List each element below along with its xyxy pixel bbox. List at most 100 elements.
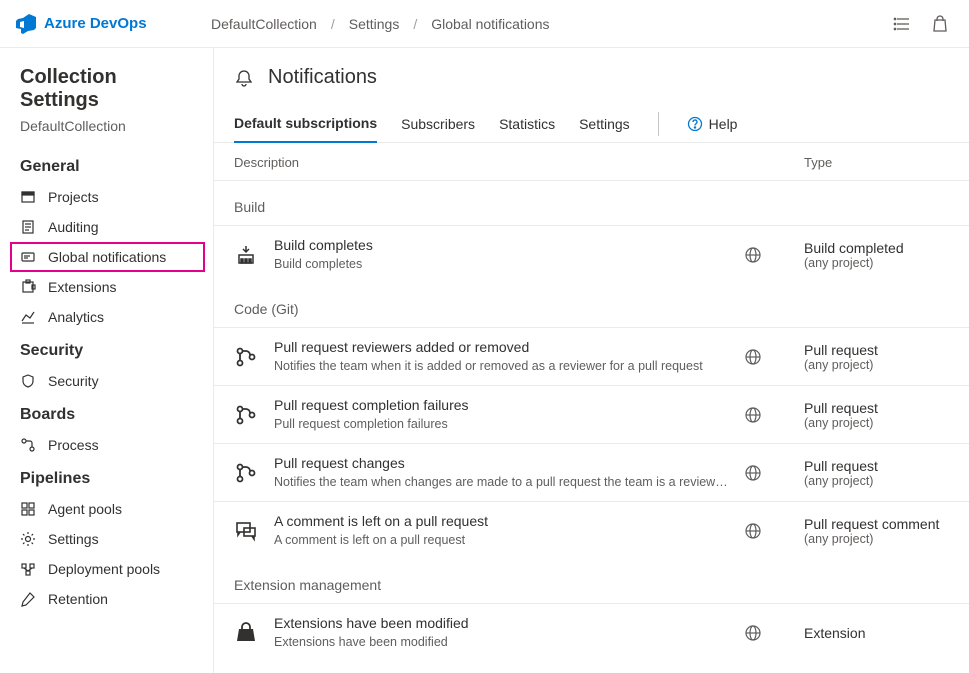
globe-icon [744, 406, 804, 424]
sidebar-item-label: Security [48, 373, 99, 389]
subscription-row[interactable]: Pull request completion failuresPull req… [214, 385, 969, 443]
row-title: Build completes [274, 236, 744, 256]
sidebar-item-agent-pools[interactable]: Agent pools [0, 494, 213, 524]
sidebar-item-deployment-pools[interactable]: Deployment pools [0, 554, 213, 584]
table-header: Description Type [214, 143, 969, 181]
sidebar-section-security: Security [0, 332, 213, 366]
row-subtitle: Extensions have been modified [274, 634, 734, 652]
notifications-icon [20, 249, 36, 265]
row-type-icon [234, 243, 274, 267]
extensions-icon [20, 279, 36, 295]
row-title: Pull request completion failures [274, 396, 744, 416]
shopping-bag-icon[interactable] [931, 15, 949, 33]
row-main: Extensions have been modifiedExtensions … [274, 614, 744, 651]
subscription-row[interactable]: Extensions have been modifiedExtensions … [214, 603, 969, 661]
sidebar-item-process[interactable]: Process [0, 430, 213, 460]
row-subtitle: A comment is left on a pull request [274, 532, 734, 550]
row-title: Pull request changes [274, 454, 744, 474]
row-subtitle: Notifies the team when changes are made … [274, 474, 734, 492]
page-title-row: Notifications [214, 66, 969, 105]
row-title: Extensions have been modified [274, 614, 744, 634]
row-type-icon [234, 403, 274, 427]
row-main: Build completesBuild completes [274, 236, 744, 273]
sidebar-item-label: Settings [48, 531, 99, 547]
type-scope: (any project) [804, 532, 949, 546]
tab-statistics[interactable]: Statistics [499, 106, 555, 142]
row-main: A comment is left on a pull requestA com… [274, 512, 744, 549]
group-header: Extension management [214, 559, 969, 603]
sidebar-section-pipelines: Pipelines [0, 460, 213, 494]
subscriptions-list: BuildBuild completesBuild completesBuild… [214, 181, 969, 662]
bell-icon [234, 68, 254, 88]
row-subtitle: Pull request completion failures [274, 416, 734, 434]
breadcrumb-settings[interactable]: Settings [349, 16, 400, 32]
tab-settings[interactable]: Settings [579, 106, 630, 142]
analytics-icon [20, 309, 36, 325]
col-type: Type [804, 155, 949, 170]
row-type-icon [234, 461, 274, 485]
sidebar-item-extensions[interactable]: Extensions [0, 272, 213, 302]
breadcrumb-sep: / [331, 16, 335, 32]
type-title: Build completed [804, 240, 949, 256]
breadcrumb-sep: / [413, 16, 417, 32]
list-view-icon[interactable] [893, 15, 911, 33]
projects-icon [20, 189, 36, 205]
row-main: Pull request changesNotifies the team wh… [274, 454, 744, 491]
row-type-icon [234, 621, 274, 645]
auditing-icon [20, 219, 36, 235]
subscription-row[interactable]: A comment is left on a pull requestA com… [214, 501, 969, 559]
sidebar-item-retention[interactable]: Retention [0, 584, 213, 614]
sidebar-item-auditing[interactable]: Auditing [0, 212, 213, 242]
deployment-pools-icon [20, 561, 36, 577]
row-type: Build completed(any project) [804, 240, 949, 270]
group-header: Code (Git) [214, 283, 969, 327]
breadcrumb-page[interactable]: Global notifications [431, 16, 549, 32]
globe-icon [744, 464, 804, 482]
row-type: Pull request comment(any project) [804, 516, 949, 546]
subscription-row[interactable]: Pull request reviewers added or removedN… [214, 327, 969, 385]
azure-devops-icon [16, 14, 36, 34]
row-subtitle: Notifies the team when it is added or re… [274, 358, 734, 376]
row-main: Pull request completion failuresPull req… [274, 396, 744, 433]
sidebar-item-label: Global notifications [48, 249, 166, 265]
type-title: Pull request [804, 458, 949, 474]
breadcrumb-collection[interactable]: DefaultCollection [211, 16, 317, 32]
sidebar-item-label: Analytics [48, 309, 104, 325]
sidebar-item-label: Retention [48, 591, 108, 607]
sidebar-item-security[interactable]: Security [0, 366, 213, 396]
row-title: A comment is left on a pull request [274, 512, 744, 532]
globe-icon [744, 522, 804, 540]
globe-icon [744, 348, 804, 366]
sidebar-title: Collection Settings [0, 66, 213, 118]
sidebar-item-label: Extensions [48, 279, 116, 295]
gear-icon [20, 531, 36, 547]
tabs-row: Default subscriptions Subscribers Statis… [214, 105, 969, 143]
tab-help[interactable]: Help [687, 116, 738, 132]
type-title: Pull request comment [804, 516, 949, 532]
page-title: Notifications [268, 66, 377, 89]
subscription-row[interactable]: Pull request changesNotifies the team wh… [214, 443, 969, 501]
tab-divider [658, 112, 659, 136]
main-content: Notifications Default subscriptions Subs… [214, 48, 969, 673]
shield-icon [20, 373, 36, 389]
subscription-row[interactable]: Build completesBuild completesBuild comp… [214, 225, 969, 283]
sidebar-item-settings[interactable]: Settings [0, 524, 213, 554]
col-scope [744, 155, 804, 170]
sidebar-item-label: Auditing [48, 219, 99, 235]
breadcrumb: DefaultCollection / Settings / Global no… [211, 16, 893, 32]
top-bar: Azure DevOps DefaultCollection / Setting… [0, 0, 969, 48]
type-scope: (any project) [804, 416, 949, 430]
help-icon [687, 116, 703, 132]
type-title: Extension [804, 625, 949, 641]
brand-logo[interactable]: Azure DevOps [16, 14, 211, 34]
sidebar-section-boards: Boards [0, 396, 213, 430]
row-title: Pull request reviewers added or removed [274, 338, 744, 358]
sidebar-item-projects[interactable]: Projects [0, 182, 213, 212]
help-label: Help [709, 116, 738, 132]
sidebar-item-global-notifications[interactable]: Global notifications [10, 242, 205, 272]
sidebar-item-analytics[interactable]: Analytics [0, 302, 213, 332]
retention-icon [20, 591, 36, 607]
tab-subscribers[interactable]: Subscribers [401, 106, 475, 142]
sidebar-item-label: Deployment pools [48, 561, 160, 577]
tab-default-subscriptions[interactable]: Default subscriptions [234, 105, 377, 143]
